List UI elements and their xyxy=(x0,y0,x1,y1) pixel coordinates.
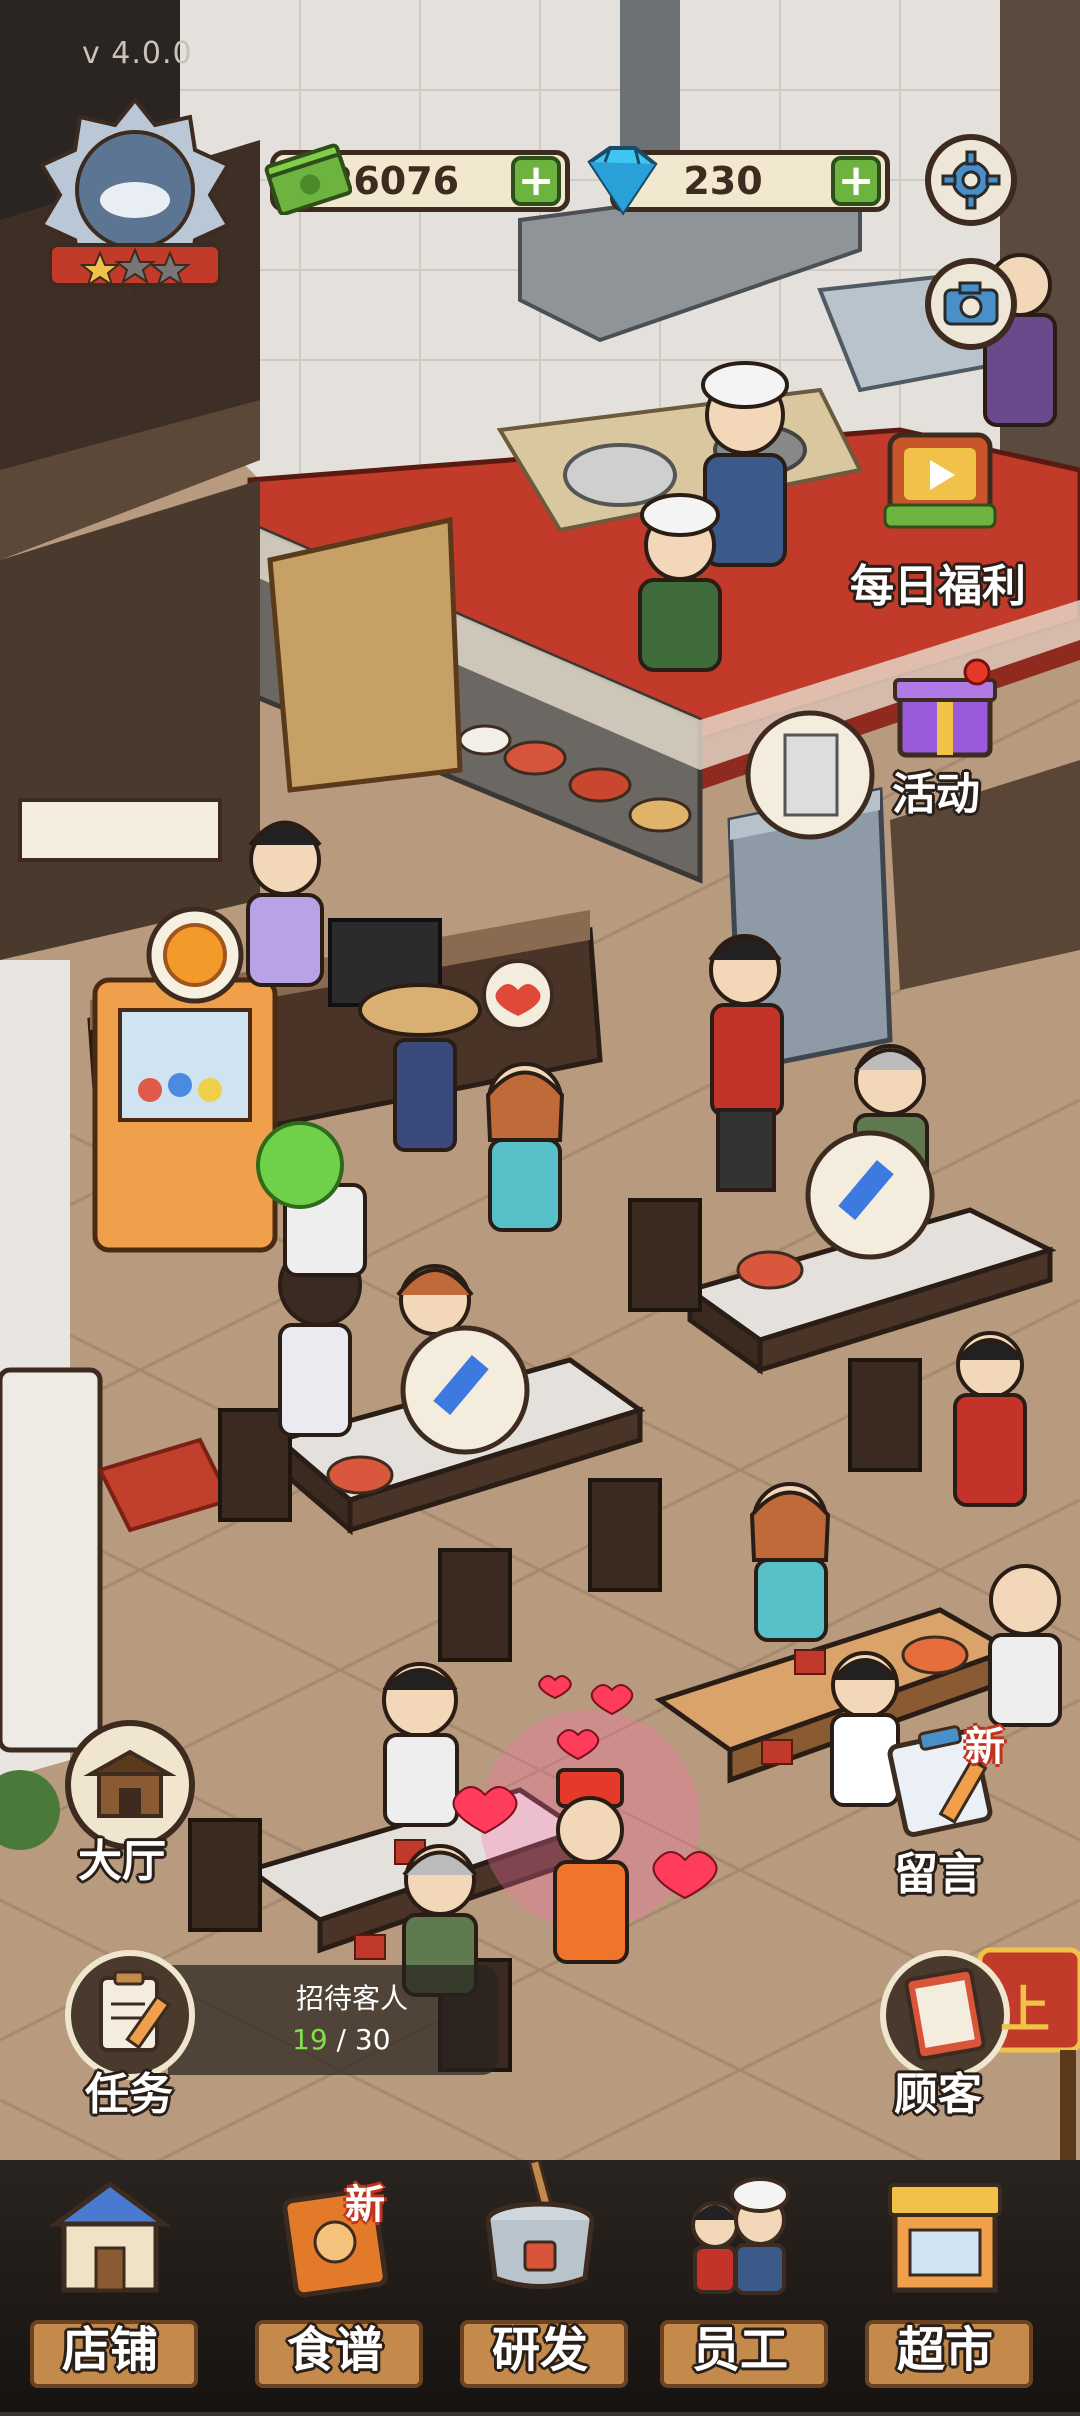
entrance-sign-text: 上 xyxy=(1000,1981,1050,2039)
customers-label: 顾客 xyxy=(894,2069,982,2120)
daily-welfare-label: 每日福利 xyxy=(850,561,1026,612)
hall-button[interactable]: 大厅 xyxy=(60,1720,210,1890)
cash-stack-icon xyxy=(264,143,352,215)
clipboard-pencil-icon xyxy=(99,1970,171,2052)
messages-new-badge: 新 xyxy=(965,1724,1005,1770)
smiley-emote xyxy=(256,1121,344,1209)
bottom-navigation: 店铺 新 食谱 研发 员工 超市 xyxy=(0,2160,1080,2412)
nav-shop-label: 店铺 xyxy=(61,2322,158,2378)
activity-button[interactable]: 活动 xyxy=(880,650,1020,820)
messages-button[interactable]: 新 留言 xyxy=(880,1720,1040,1900)
task-progress-current: 19 xyxy=(292,2023,328,2056)
version-label: v 4.0.0 xyxy=(82,36,193,71)
nav-research[interactable]: 研发 xyxy=(450,2160,630,2390)
nav-staff[interactable]: 员工 xyxy=(650,2160,830,2390)
camera-icon xyxy=(943,281,999,326)
settings-button[interactable] xyxy=(925,134,1017,226)
diamond-icon xyxy=(587,146,658,216)
nav-recipes[interactable]: 新 食谱 xyxy=(245,2160,425,2390)
task-progress: 19 / 30 xyxy=(292,2023,391,2056)
task-progress-total: 30 xyxy=(354,2023,391,2056)
nav-recipes-label: 食谱 xyxy=(286,2322,383,2378)
task-progress-separator: / xyxy=(336,2023,346,2056)
nav-research-label: 研发 xyxy=(491,2322,588,2378)
tasks-button[interactable]: 任务 xyxy=(60,1950,210,2120)
tasks-label: 任务 xyxy=(85,2069,173,2120)
cooking-pot-icon xyxy=(485,2160,595,2289)
restaurant-rank-badge-icon[interactable] xyxy=(30,95,240,295)
task-title: 招待客人 xyxy=(296,1982,409,2015)
task-progress-panel[interactable]: 招待客人 19 / 30 xyxy=(168,1965,498,2075)
tv-reward-icon xyxy=(883,432,997,529)
staff-icon xyxy=(691,2177,790,2295)
camera-button[interactable] xyxy=(925,258,1017,350)
nav-shop[interactable]: 店铺 xyxy=(20,2160,200,2390)
activity-label: 活动 xyxy=(892,769,980,820)
daily-welfare-button[interactable]: 每日福利 xyxy=(850,420,1050,612)
hall-label: 大厅 xyxy=(78,1836,166,1887)
recipes-new-badge: 新 xyxy=(345,2182,385,2228)
customer-book-icon xyxy=(904,1967,986,2061)
gift-box-icon xyxy=(893,658,997,758)
shop-icon xyxy=(50,2180,170,2293)
add-diamonds-button[interactable]: + xyxy=(831,156,881,206)
supermarket-icon xyxy=(888,2183,1002,2293)
nav-supermarket[interactable]: 超市 xyxy=(855,2160,1035,2390)
nav-staff-label: 员工 xyxy=(691,2322,788,2378)
gear-icon xyxy=(941,150,1001,210)
nav-supermarket-label: 超市 xyxy=(896,2322,993,2378)
add-cash-button[interactable]: + xyxy=(511,156,561,206)
messages-label: 留言 xyxy=(894,1849,982,1900)
